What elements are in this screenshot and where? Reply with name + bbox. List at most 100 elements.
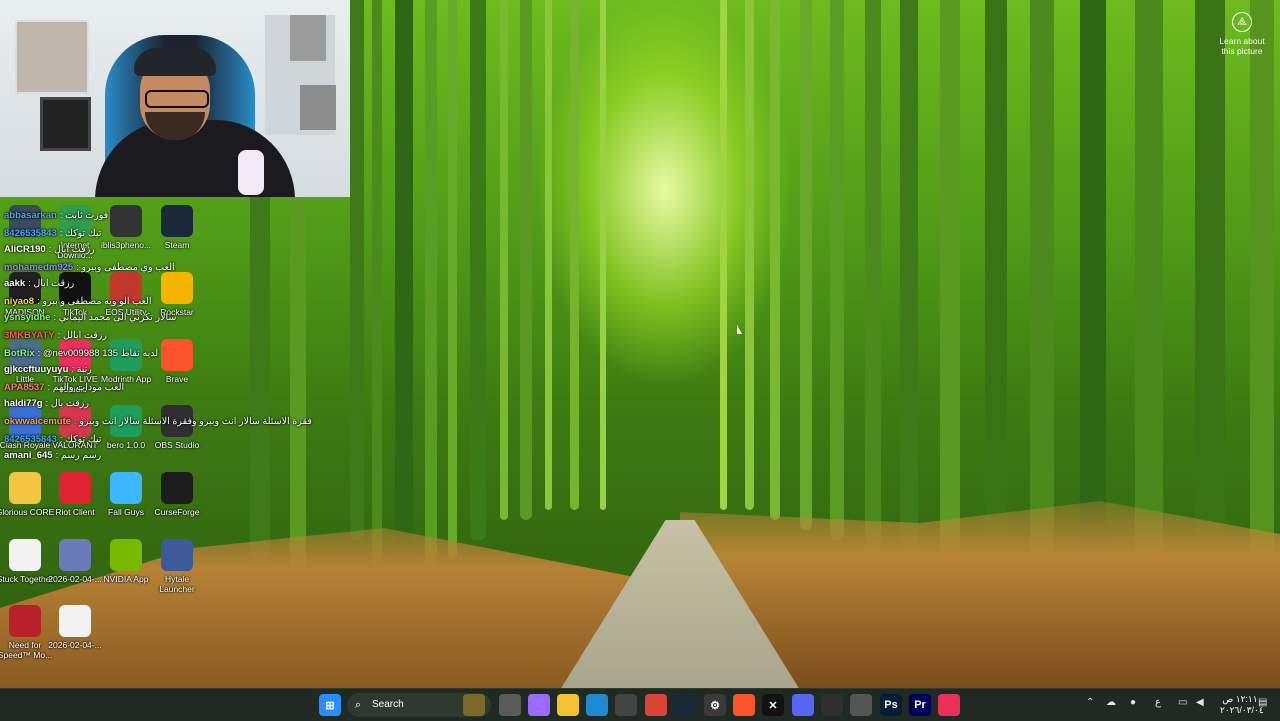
volume-icon[interactable]: ◀	[1196, 697, 1204, 708]
chevron-up-icon[interactable]: ⌃	[1086, 697, 1094, 708]
video-file-icon	[59, 539, 91, 571]
desktop-icon-label: CurseForge	[154, 507, 200, 517]
chat-username: 8426535843	[4, 228, 57, 239]
clock-time: ١٢:١١ ص	[1222, 694, 1258, 704]
chat-text: : رتبة	[71, 364, 92, 375]
chat-message: 3MKBYATY: رزقت ابالل	[4, 330, 107, 342]
chat-text: : فوزت ثابت	[59, 210, 109, 221]
chat-message: ysnsyidhe: سالار تكرني الى محمد اليماني	[4, 312, 176, 324]
chat-message: AliCR190: رزقت ابال	[4, 244, 95, 256]
chat-username: niyao8	[4, 296, 35, 307]
desktop-icon[interactable]: CurseForge	[147, 472, 207, 517]
photoshop-icon[interactable]: Ps	[880, 694, 902, 716]
steam-icon[interactable]	[674, 694, 696, 716]
chat-username: ysnsyidhe	[4, 312, 51, 323]
chat-message: aakk: رزقت ابال	[4, 278, 74, 290]
chat-username: AliCR190	[4, 244, 46, 255]
chat-message: gjkccftuuyuyu: رتبة	[4, 364, 92, 376]
desktop-icon[interactable]: Hytale Launcher	[147, 539, 207, 594]
chat-username: haldi77g	[4, 398, 43, 409]
network-icon[interactable]: ▭	[1178, 697, 1187, 708]
mouse-cursor	[737, 325, 742, 334]
snipping-icon[interactable]	[850, 694, 872, 716]
chat-text: : رزقت ابال	[48, 244, 95, 255]
file-icon	[59, 605, 91, 637]
store-icon[interactable]	[615, 694, 637, 716]
microphone-icon[interactable]: ●	[1130, 697, 1136, 708]
learn-about-picture[interactable]: ⟁ Learn about this picture	[1212, 10, 1272, 56]
chat-username: gjkccftuuyuyu	[4, 364, 69, 375]
chat-message: amani_645: رسم رسم	[4, 450, 101, 462]
chat-message: niyao8: العب الو ويه مصطفى و بيرو	[4, 296, 152, 308]
wall-frame	[40, 97, 91, 151]
settings-icon[interactable]: ⚙	[704, 694, 726, 716]
award-plaque	[300, 85, 336, 130]
file-icon	[9, 539, 41, 571]
award-plaque	[290, 15, 326, 61]
tiktok-icon[interactable]	[938, 694, 960, 716]
system-clock[interactable]: ١٢:١١ ص ٢٠٢٦/٠٣/٠٤	[1220, 694, 1264, 716]
taskbar: ⌕ Search ⊞ ⚙ ✕ Ps Pr ⌃ ☁ ● ع ▭ ◀ ١٢:١١ ص ٢٠٢…	[0, 688, 1280, 721]
widgets-icon[interactable]	[463, 694, 485, 716]
chat-message: haldi77g: رزقت بال	[4, 398, 89, 410]
chat-text: : رزقت ابال	[28, 278, 75, 289]
chat-text: : فقرة الاسئلة سالار انت وبيرو وفقرة الا…	[74, 416, 312, 427]
chat-message: abbasarkan: فوزت ثابت	[4, 210, 108, 222]
lamp-bottle	[238, 150, 264, 195]
file-explorer-icon[interactable]	[557, 694, 579, 716]
edge-icon[interactable]	[586, 694, 608, 716]
chat-text: : العب مودات والهم	[47, 382, 125, 393]
fall-guys-icon	[110, 472, 142, 504]
nvidia-icon	[110, 539, 142, 571]
chat-message: APA8537: العب مودات والهم	[4, 382, 124, 394]
camera-info-icon: ⟁	[1232, 12, 1252, 32]
chat-text: : رزقت ابالل	[57, 330, 107, 341]
chat-username: amani_645	[4, 450, 53, 461]
copilot-icon[interactable]	[528, 694, 550, 716]
glorious-icon	[9, 472, 41, 504]
curseforge-icon	[161, 472, 193, 504]
chat-username: BotRix	[4, 348, 35, 359]
desktop-icon-label: Hytale Launcher	[159, 574, 195, 594]
chat-username: 8426535843	[4, 434, 57, 445]
capcut-icon[interactable]: ✕	[762, 694, 784, 716]
desktop-icon[interactable]: 2026-02-04-...	[45, 605, 105, 650]
chat-message: 8426535843: تيك توكك	[4, 228, 101, 240]
chat-text: : @nev009988 135 لديه نقاط	[37, 348, 159, 359]
chat-username: 3MKBYATY	[4, 330, 55, 341]
chat-overlay: abbasarkan: فوزت ثابت 8426535843: تيك توك…	[0, 205, 360, 465]
onedrive-icon[interactable]: ☁	[1106, 697, 1116, 708]
chat-username: okwwaicemute	[4, 416, 72, 427]
glasses	[145, 90, 209, 108]
language-indicator[interactable]: ع	[1155, 697, 1161, 708]
webcam-overlay	[0, 0, 350, 197]
riot-client-icon	[59, 472, 91, 504]
bandana	[134, 48, 216, 76]
obs-icon[interactable]	[821, 694, 843, 716]
search-icon: ⌕	[355, 699, 362, 711]
clock-date: ٢٠٢٦/٠٣/٠٤	[1220, 705, 1264, 715]
chat-username: aakk	[4, 278, 26, 289]
hytale-icon	[161, 539, 193, 571]
desktop-icon-label: 2026-02-04-...	[48, 640, 102, 650]
discord-icon[interactable]	[792, 694, 814, 716]
chat-username: APA8537	[4, 382, 45, 393]
play-button-award	[15, 20, 89, 94]
chat-text: : رسم رسم	[55, 450, 102, 461]
chat-message: okwwaicemute: فقرة الاسئلة سالار انت وبي…	[4, 416, 312, 428]
start-icon[interactable]: ⊞	[319, 694, 341, 716]
brave-icon[interactable]	[733, 694, 755, 716]
chrome-icon[interactable]	[645, 694, 667, 716]
chat-text: : العب وي مصطفى وبيرو	[76, 262, 175, 273]
chat-text: : رزقت بال	[45, 398, 89, 409]
chat-message: BotRix: @nev009988 135 لديه نقاط	[4, 348, 158, 360]
chat-message: mohamedm925: العب وي مصطفى وبيرو	[4, 262, 175, 274]
chat-username: mohamedm925	[4, 262, 74, 273]
premiere-icon[interactable]: Pr	[909, 694, 931, 716]
chat-text: : سالار تكرني الى محمد اليماني	[53, 312, 177, 323]
chat-username: abbasarkan	[4, 210, 57, 221]
chat-message: 8426535843: تيك توكك	[4, 434, 101, 446]
task-view-icon[interactable]	[499, 694, 521, 716]
notifications-icon[interactable]: ▤	[1258, 697, 1267, 708]
chat-text: : تيك توكك	[59, 228, 102, 239]
